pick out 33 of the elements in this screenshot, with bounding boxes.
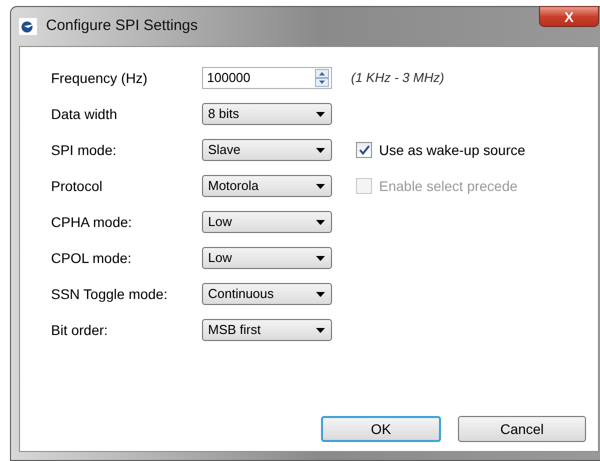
dialog-button[interactable]: OK [321, 416, 441, 442]
number-field[interactable]: 100000 [202, 67, 332, 89]
dialog-button[interactable]: Cancel [458, 416, 586, 442]
caret-down-icon [316, 148, 325, 152]
checkbox-option[interactable]: Use as wake-up source [356, 140, 526, 160]
field-label: Protocol [51, 176, 104, 196]
caret-down-icon [316, 184, 325, 188]
field-label: CPHA mode: [51, 212, 133, 232]
field-label: SSN Toggle mode: [51, 284, 168, 304]
caret-down-icon [316, 112, 325, 116]
field-label: SPI mode: [51, 140, 118, 160]
range-hint: (1 KHz - 3 MHz) [351, 69, 444, 88]
dropdown[interactable]: Motorola [202, 175, 332, 197]
dropdown[interactable]: Slave [202, 139, 332, 161]
dropdown[interactable]: Low [202, 247, 332, 269]
caret-down-icon [316, 328, 325, 332]
field-label: CPOL mode: [51, 248, 132, 268]
checkmark-icon [358, 145, 370, 155]
checkbox[interactable] [356, 142, 372, 158]
caret-down-icon [316, 292, 325, 296]
app-logo-icon [19, 18, 37, 35]
field-label: Frequency (Hz) [51, 68, 148, 88]
field-label: Data width [51, 104, 118, 124]
dropdown[interactable]: Low [202, 211, 332, 233]
caret-down-icon [316, 220, 325, 224]
spinner-arrows-icon[interactable] [315, 69, 329, 87]
dropdown[interactable]: 8 bits [202, 103, 332, 125]
caret-down-icon [316, 256, 325, 260]
dropdown[interactable]: Continuous [202, 283, 332, 305]
close-button[interactable]: X [539, 6, 599, 27]
window-title: Configure SPI Settings [46, 16, 198, 36]
field-label: Bit order: [51, 320, 109, 340]
dropdown[interactable]: MSB first [202, 319, 332, 341]
